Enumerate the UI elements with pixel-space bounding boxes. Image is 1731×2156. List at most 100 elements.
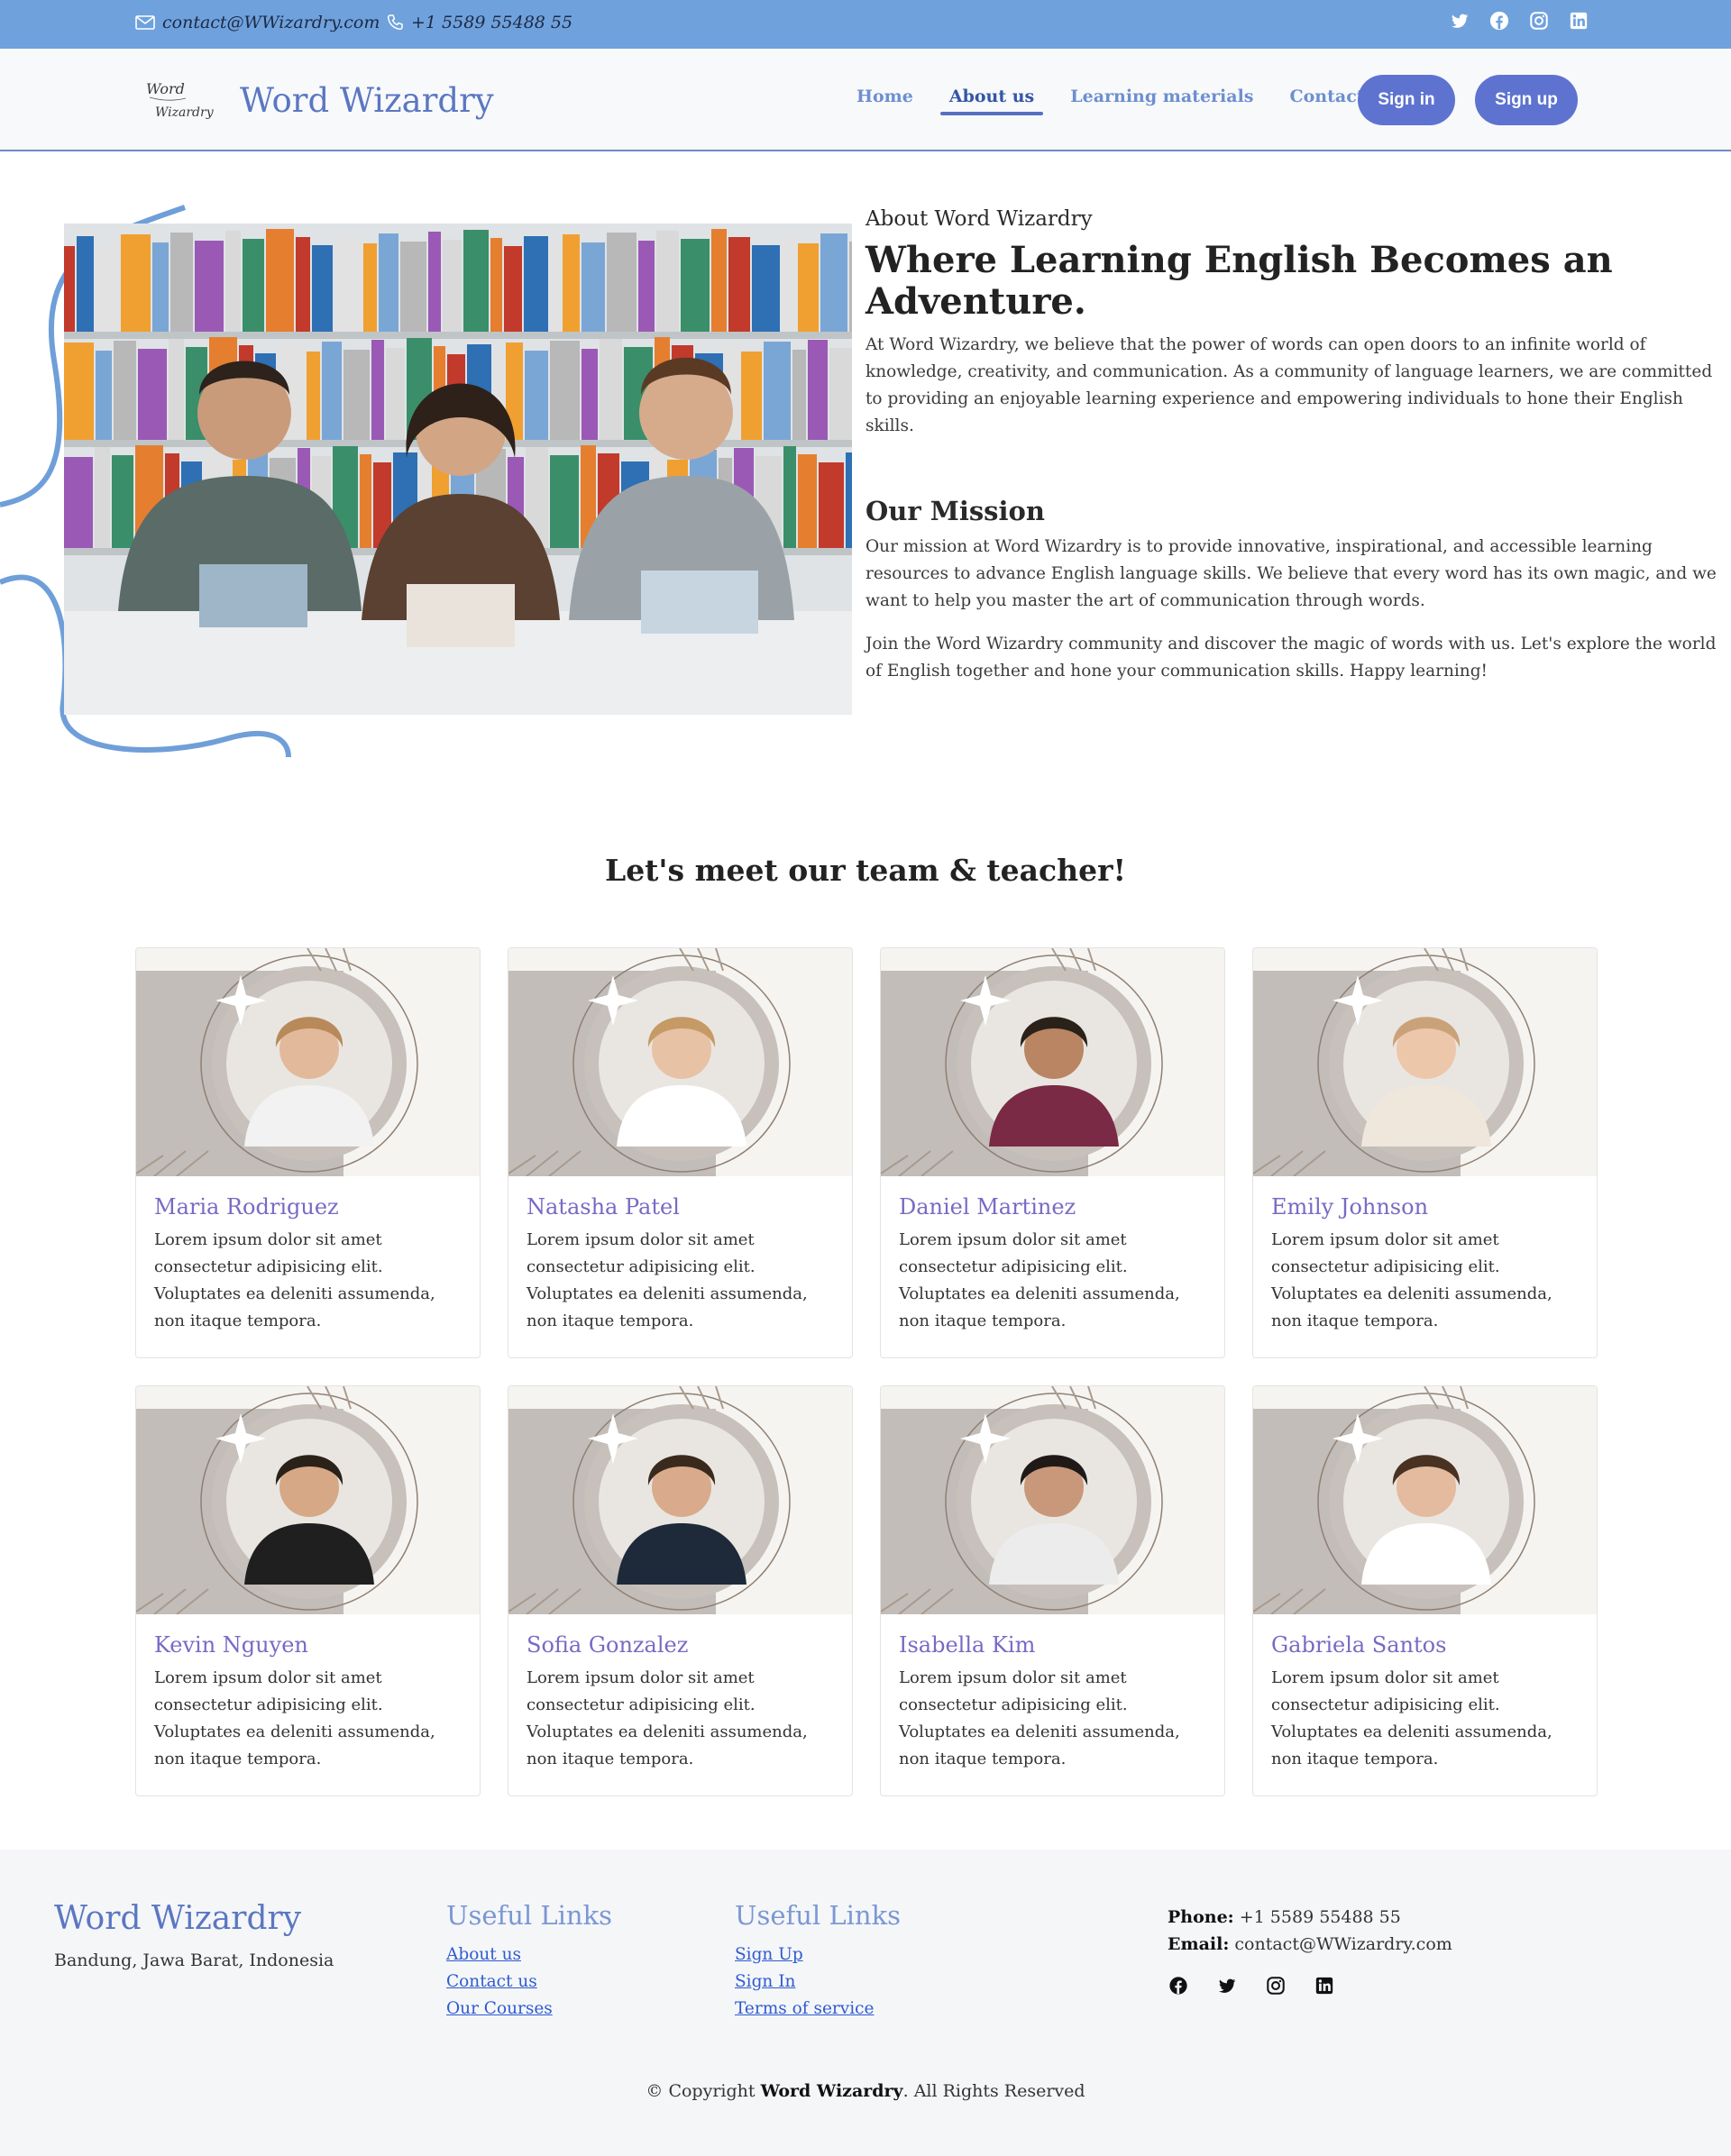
portrait-image: [508, 948, 852, 1176]
portrait-image: [1253, 1386, 1597, 1614]
footer-link-sign-in[interactable]: Sign In: [735, 1969, 901, 1996]
main-nav: Home About us Learning materials Contact…: [856, 87, 1393, 115]
twitter-icon[interactable]: [1217, 1976, 1237, 1996]
team-card[interactable]: Isabella Kim Lorem ipsum dolor sit amet …: [880, 1385, 1225, 1796]
team-photo: [881, 948, 1224, 1176]
footer-links-1: Useful Links About us Contact us Our Cou…: [446, 1900, 612, 2023]
footer-contact: Phone: +1 5589 55488 55 Email: contact@W…: [1168, 1904, 1452, 1958]
phone-icon: [387, 14, 403, 31]
member-bio: Lorem ipsum dolor sit amet consectetur a…: [527, 1668, 808, 1768]
footer-socials: [1168, 1976, 1334, 1996]
member-name: Gabriela Santos: [1271, 1632, 1447, 1658]
team-card[interactable]: Sofia Gonzalez Lorem ipsum dolor sit ame…: [508, 1385, 853, 1796]
copyright-suffix: . All Rights Reserved: [902, 2081, 1085, 2101]
topbar-email-text: contact@WWizardry.com: [162, 13, 380, 32]
top-contact-bar: contact@WWizardry.com +1 5589 55488 55: [0, 0, 1731, 49]
facebook-icon[interactable]: [1489, 11, 1509, 31]
mission-paragraph-2: Join the Word Wizardry community and dis…: [866, 635, 1717, 681]
member-bio: Lorem ipsum dolor sit amet consectetur a…: [154, 1230, 435, 1330]
member-bio: Lorem ipsum dolor sit amet consectetur a…: [527, 1230, 808, 1330]
portrait-image: [1253, 948, 1597, 1176]
footer-link-about-us[interactable]: About us: [446, 1941, 612, 1969]
member-bio: Lorem ipsum dolor sit amet consectetur a…: [1271, 1230, 1552, 1330]
footer-links-title-1: Useful Links: [446, 1900, 613, 1931]
team-card[interactable]: Daniel Martinez Lorem ipsum dolor sit am…: [880, 947, 1225, 1358]
logo-line-1: Word: [146, 80, 185, 97]
logo-script[interactable]: Word Wizardry: [144, 74, 218, 126]
team-photo: [136, 1386, 480, 1614]
topbar-phone-text: +1 5589 55488 55: [411, 13, 573, 32]
footer-email: contact@WWizardry.com: [1234, 1934, 1452, 1954]
instagram-icon[interactable]: [1266, 1976, 1286, 1996]
team-grid: Maria Rodriguez Lorem ipsum dolor sit am…: [135, 947, 1598, 1796]
member-bio: Lorem ipsum dolor sit amet consectetur a…: [899, 1668, 1180, 1768]
envelope-icon: [135, 15, 155, 30]
linkedin-icon[interactable]: [1569, 11, 1589, 31]
twitter-icon[interactable]: [1450, 11, 1470, 31]
logo-line-2: Wizardry: [155, 105, 215, 120]
mission-paragraph-1: Our mission at Word Wizardry is to provi…: [866, 537, 1717, 610]
team-card[interactable]: Maria Rodriguez Lorem ipsum dolor sit am…: [135, 947, 481, 1358]
students-bookshelf-image: [64, 224, 852, 715]
team-photo: [508, 1386, 852, 1614]
member-name: Natasha Patel: [527, 1194, 680, 1220]
facebook-icon[interactable]: [1168, 1976, 1188, 1996]
about-kicker: About Word Wizardry: [866, 207, 1093, 231]
sign-in-button[interactable]: Sign in: [1358, 75, 1455, 125]
team-card[interactable]: Natasha Patel Lorem ipsum dolor sit amet…: [508, 947, 853, 1358]
about-paragraph: At Word Wizardry, we believe that the po…: [866, 335, 1713, 435]
footer-link-sign-up[interactable]: Sign Up: [735, 1941, 901, 1969]
portrait-image: [136, 1386, 480, 1614]
footer-brand[interactable]: Word Wizardry: [54, 1900, 301, 1937]
brand-name[interactable]: Word Wizardry: [240, 81, 494, 120]
member-name: Daniel Martinez: [899, 1194, 1076, 1220]
team-heading: Let's meet our team & teacher!: [604, 853, 1126, 888]
member-bio: Lorem ipsum dolor sit amet consectetur a…: [154, 1668, 435, 1768]
about-photo: [64, 224, 852, 715]
nav-home[interactable]: Home: [856, 87, 913, 115]
member-name: Sofia Gonzalez: [527, 1632, 689, 1658]
portrait-image: [881, 1386, 1224, 1614]
team-photo: [136, 948, 480, 1176]
team-photo: [508, 948, 852, 1176]
member-bio: Lorem ipsum dolor sit amet consectetur a…: [1271, 1668, 1552, 1768]
site-footer: Word Wizardry Bandung, Jawa Barat, Indon…: [0, 1850, 1731, 2156]
footer-address: Bandung, Jawa Barat, Indonesia: [54, 1950, 334, 1970]
nav-about-us[interactable]: About us: [939, 87, 1044, 115]
site-header: Word Wizardry Word Wizardry Home About u…: [0, 49, 1731, 151]
footer-link-our-courses[interactable]: Our Courses: [446, 1996, 612, 2023]
footer-phone: +1 5589 55488 55: [1239, 1907, 1401, 1927]
copyright-prefix: © Copyright: [646, 2081, 756, 2101]
instagram-icon[interactable]: [1529, 11, 1549, 31]
topbar-socials: [1450, 11, 1589, 31]
member-name: Maria Rodriguez: [154, 1194, 339, 1220]
topbar-phone[interactable]: +1 5589 55488 55: [386, 13, 572, 32]
about-content: About Word Wizardry Where Learning Engli…: [866, 207, 1722, 685]
team-photo: [1253, 1386, 1597, 1614]
member-bio: Lorem ipsum dolor sit amet consectetur a…: [899, 1230, 1180, 1330]
footer-phone-label: Phone:: [1168, 1907, 1234, 1927]
team-card[interactable]: Emily Johnson Lorem ipsum dolor sit amet…: [1252, 947, 1598, 1358]
footer-link-terms[interactable]: Terms of service: [735, 1996, 901, 2023]
sign-up-button[interactable]: Sign up: [1475, 75, 1578, 125]
linkedin-icon[interactable]: [1314, 1976, 1334, 1996]
member-name: Emily Johnson: [1271, 1194, 1429, 1220]
mission-title: Our Mission: [866, 496, 1045, 526]
portrait-image: [508, 1386, 852, 1614]
portrait-image: [136, 948, 480, 1176]
team-card[interactable]: Gabriela Santos Lorem ipsum dolor sit am…: [1252, 1385, 1598, 1796]
topbar-email[interactable]: contact@WWizardry.com: [135, 13, 380, 32]
portrait-image: [881, 948, 1224, 1176]
team-photo: [1253, 948, 1597, 1176]
about-title: Where Learning English Becomes an Advent…: [866, 239, 1613, 323]
footer-email-label: Email:: [1168, 1934, 1230, 1954]
member-name: Kevin Nguyen: [154, 1632, 308, 1658]
footer-link-contact-us[interactable]: Contact us: [446, 1969, 612, 1996]
footer-links-title-2: Useful Links: [735, 1900, 902, 1931]
member-name: Isabella Kim: [899, 1632, 1036, 1658]
team-card[interactable]: Kevin Nguyen Lorem ipsum dolor sit amet …: [135, 1385, 481, 1796]
footer-links-2: Useful Links Sign Up Sign In Terms of se…: [735, 1900, 901, 2023]
nav-learning-materials[interactable]: Learning materials: [1070, 87, 1253, 115]
copyright-brand: Word Wizardry: [760, 2081, 903, 2101]
copyright: © Copyright Word Wizardry. All Rights Re…: [0, 2081, 1731, 2101]
